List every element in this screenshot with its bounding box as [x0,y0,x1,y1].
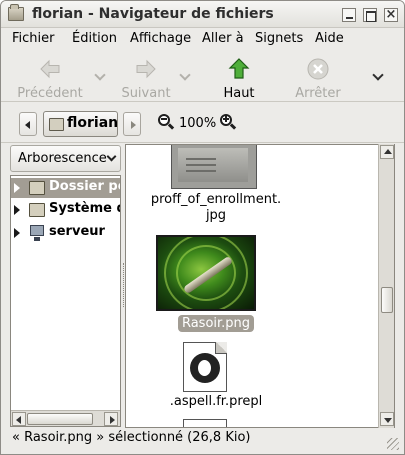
side-pane-view-selector[interactable]: Arborescence [10,145,121,172]
side-pane: Arborescence Dossier personnel Système d… [1,144,124,428]
scroll-up-button[interactable] [380,145,394,159]
path-button-home[interactable]: florian [43,111,118,137]
tree-item-filesystem[interactable]: Système de fichiers [11,200,120,220]
menu-affichage[interactable]: Affichage [130,31,191,46]
window-title: florian - Navigateur de fichiers [32,6,274,22]
folder-tree: Dossier personnel Système de fichiers se… [10,175,121,427]
tree-item-server[interactable]: serveur [11,223,120,243]
status-bar: « Rasoir.png » sélectionné (26,8 Kio) [1,428,404,454]
chevron-left-icon [16,416,21,424]
tree-horizontal-scrollbar[interactable] [11,410,120,426]
scroll-thumb[interactable] [27,413,93,425]
back-label: Précédent [17,86,83,101]
up-button[interactable]: Haut [214,57,264,101]
tree-item-label: Système de fichiers [49,201,120,216]
left-arrow-icon [38,57,62,81]
expand-arrow-icon[interactable] [14,183,20,193]
right-arrow-icon [134,57,158,81]
scroll-down-button[interactable] [380,412,394,426]
toolbar: Précédent Suivant Haut Arrêter [1,51,404,102]
scroll-left-button[interactable] [12,412,26,426]
expand-arrow-icon[interactable] [14,205,20,215]
network-server-icon [30,225,44,241]
back-button[interactable]: Précédent [15,57,85,101]
status-text: « Rasoir.png » sélectionné (26,8 Kio) [12,430,251,445]
folder-app-icon [8,4,24,21]
tree-item-label: Dossier personnel [49,179,120,194]
file-item[interactable]: .aspell.fr.prepl [126,145,306,415]
file-browser-window: florian - Navigateur de fichiers × Fichi… [0,0,405,455]
zoom-out-icon[interactable] [158,114,175,130]
menu-edition[interactable]: Édition [72,31,117,46]
expand-arrow-icon[interactable] [14,228,20,238]
partial-file-icon[interactable] [183,419,227,427]
up-arrow-icon [227,57,251,81]
chevron-down-icon [384,418,392,423]
maximize-button[interactable] [363,8,377,22]
menu-bar: Fichier Édition Affichage Aller à Signet… [1,28,404,50]
gnome-foot-icon [190,353,220,383]
folder-icon [29,203,45,217]
close-button[interactable]: × [384,8,398,22]
side-pane-view-label: Arborescence [18,151,107,166]
chevron-up-icon [384,149,392,154]
text-file-icon [183,342,227,392]
menu-aide[interactable]: Aide [315,31,344,46]
chevron-left-icon [25,121,30,129]
chevron-right-icon [131,121,136,129]
file-icon-view[interactable]: proff_of_enrollment. jpg Rasoir.png .asp… [125,144,395,428]
zoom-in-icon[interactable] [220,114,237,130]
menu-fichier[interactable]: Fichier [12,31,55,46]
minimize-button[interactable] [342,8,356,22]
tree-item-label: serveur [49,224,105,239]
up-label: Haut [223,86,255,101]
home-folder-icon [29,181,45,195]
chevron-right-icon [110,416,115,424]
forward-label: Suivant [121,86,171,101]
forward-history-dropdown-icon[interactable] [179,69,191,81]
title-bar[interactable]: florian - Navigateur de fichiers × [1,1,404,28]
forward-button[interactable]: Suivant [116,57,176,101]
tree-item-home[interactable]: Dossier personnel [11,178,120,198]
location-bar: florian 100% [1,103,404,143]
stop-label: Arrêter [295,86,341,101]
zoom-level[interactable]: 100% [179,116,216,131]
stop-button[interactable]: Arrêter [291,57,345,101]
chevron-down-icon [106,151,117,162]
file-name: .aspell.fr.prepl [169,394,263,409]
file-view-vertical-scrollbar[interactable] [378,144,394,428]
path-button-label: florian [67,115,119,131]
path-scroll-right-button[interactable] [123,112,141,136]
back-history-dropdown-icon[interactable] [94,69,106,81]
menu-aller-a[interactable]: Aller à [202,31,244,46]
resize-grip-icon[interactable] [387,438,399,450]
home-folder-icon [49,118,64,131]
scroll-right-button[interactable] [104,412,118,426]
menu-signets[interactable]: Signets [255,31,303,46]
toolbar-overflow-icon[interactable] [372,69,384,81]
scroll-thumb[interactable] [381,287,393,313]
stop-icon [306,57,330,81]
path-scroll-left-button[interactable] [19,112,37,136]
pane-splitter-handle[interactable] [120,263,124,307]
